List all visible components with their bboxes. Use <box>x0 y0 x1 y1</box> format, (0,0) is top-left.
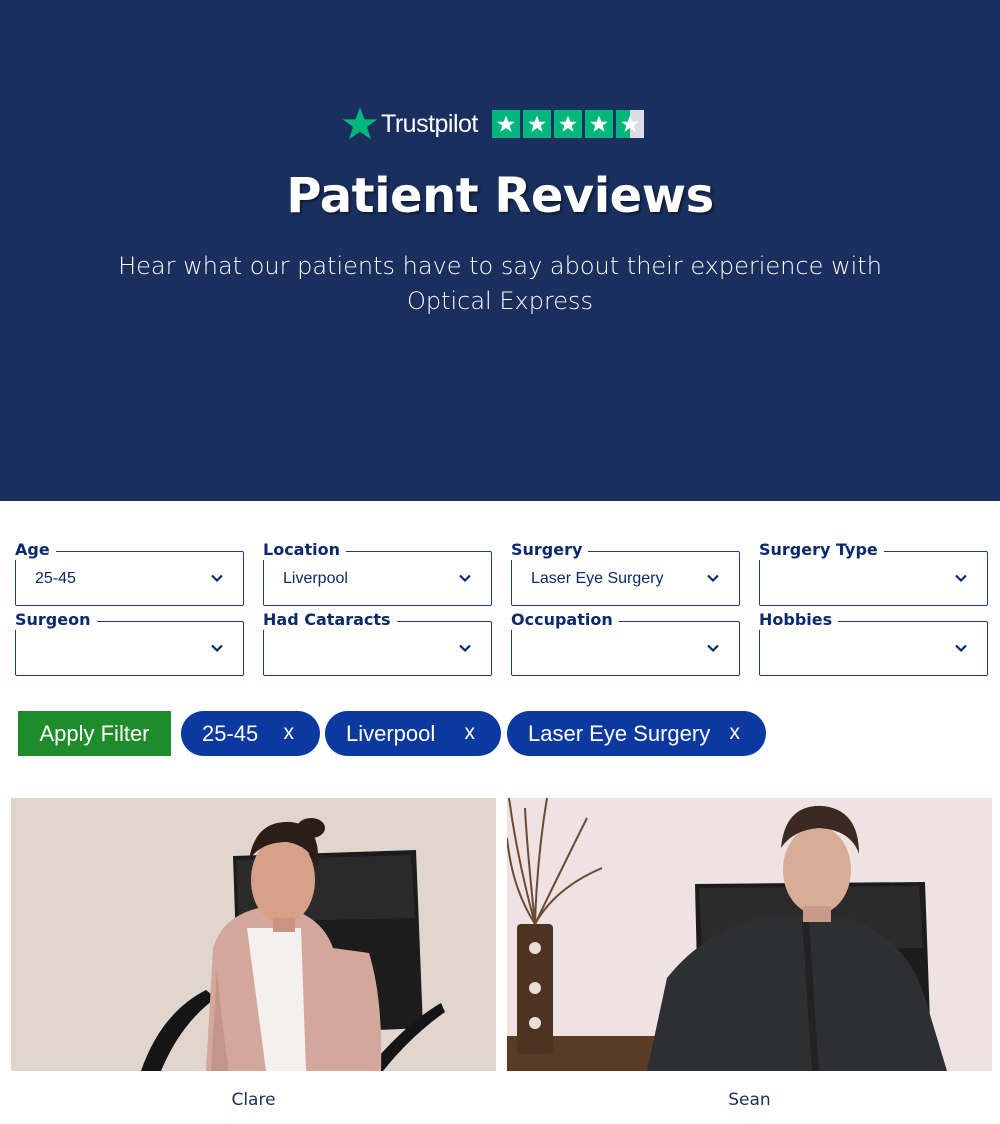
rating-star-icon <box>584 110 613 138</box>
chevron-down-icon[interactable] <box>954 641 968 655</box>
trustpilot-rating <box>491 110 644 138</box>
filter-label: Age <box>15 540 56 560</box>
filter-chip-age: 25-45 x <box>181 711 320 756</box>
filter-surgeon[interactable]: Surgeon <box>15 610 244 676</box>
chip-remove-button[interactable]: x <box>284 721 295 745</box>
chevron-down-icon[interactable] <box>954 571 968 585</box>
rating-star-icon <box>553 110 582 138</box>
video-thumbnail[interactable] <box>11 798 496 1071</box>
chevron-down-icon[interactable] <box>458 641 472 655</box>
page-subtitle: Hear what our patients have to say about… <box>118 252 882 315</box>
chevron-down-icon[interactable] <box>706 571 720 585</box>
chevron-down-icon[interactable] <box>210 641 224 655</box>
chevron-down-icon[interactable] <box>210 571 224 585</box>
video-card-name: Sean <box>728 1090 771 1110</box>
filter-label: Hobbies <box>759 610 839 630</box>
chip-label: 25-45 <box>202 720 259 746</box>
filter-value: Laser Eye Surgery <box>531 570 664 587</box>
chip-label: Laser Eye Surgery <box>528 720 711 746</box>
filter-label: Surgery Type <box>759 540 884 560</box>
video-card-sean[interactable]: Sean <box>507 798 992 1110</box>
filter-occupation[interactable]: Occupation <box>511 610 740 676</box>
chip-remove-button[interactable]: x <box>730 721 741 745</box>
apply-filter-button[interactable]: Apply Filter <box>18 711 171 756</box>
rating-half-star-icon <box>615 110 644 138</box>
filter-value: Liverpool <box>283 570 348 587</box>
filter-surgery[interactable]: Surgery Laser Eye Surgery <box>511 540 740 606</box>
video-card-clare[interactable]: Clare <box>11 798 496 1110</box>
video-thumbnail[interactable] <box>507 798 992 1071</box>
chip-remove-button[interactable]: x <box>465 721 476 745</box>
filter-hobbies[interactable]: Hobbies <box>759 610 988 676</box>
filter-age[interactable]: Age 25-45 <box>15 540 244 606</box>
filter-value: 25-45 <box>35 570 76 587</box>
filter-label: Occupation <box>511 610 619 630</box>
trustpilot-star-icon <box>342 107 378 140</box>
rating-star-icon <box>522 110 551 138</box>
trustpilot-wordmark: Trustpilot <box>381 109 478 138</box>
filter-label: Surgeon <box>15 610 97 630</box>
patient-photo-clare <box>11 798 496 1071</box>
chip-label: Liverpool <box>346 720 436 746</box>
page-title: Patient Reviews <box>286 168 714 224</box>
filter-had-cataracts[interactable]: Had Cataracts <box>263 610 492 676</box>
filter-label: Location <box>263 540 346 560</box>
patient-photo-sean <box>507 798 992 1071</box>
filter-label: Surgery <box>511 540 589 560</box>
filter-location[interactable]: Location Liverpool <box>263 540 492 606</box>
filter-label: Had Cataracts <box>263 610 397 630</box>
hero-banner: Trustpilot Patient Reviews Hear what our… <box>0 0 1000 501</box>
filter-surgery-type[interactable]: Surgery Type <box>759 540 988 606</box>
filter-chip-location: Liverpool x <box>325 711 501 756</box>
filter-chip-surgery: Laser Eye Surgery x <box>507 711 766 756</box>
chevron-down-icon[interactable] <box>458 571 472 585</box>
video-card-name: Clare <box>231 1090 276 1110</box>
chevron-down-icon[interactable] <box>706 641 720 655</box>
rating-star-icon <box>491 110 520 138</box>
trustpilot-badge[interactable]: Trustpilot <box>341 104 644 144</box>
